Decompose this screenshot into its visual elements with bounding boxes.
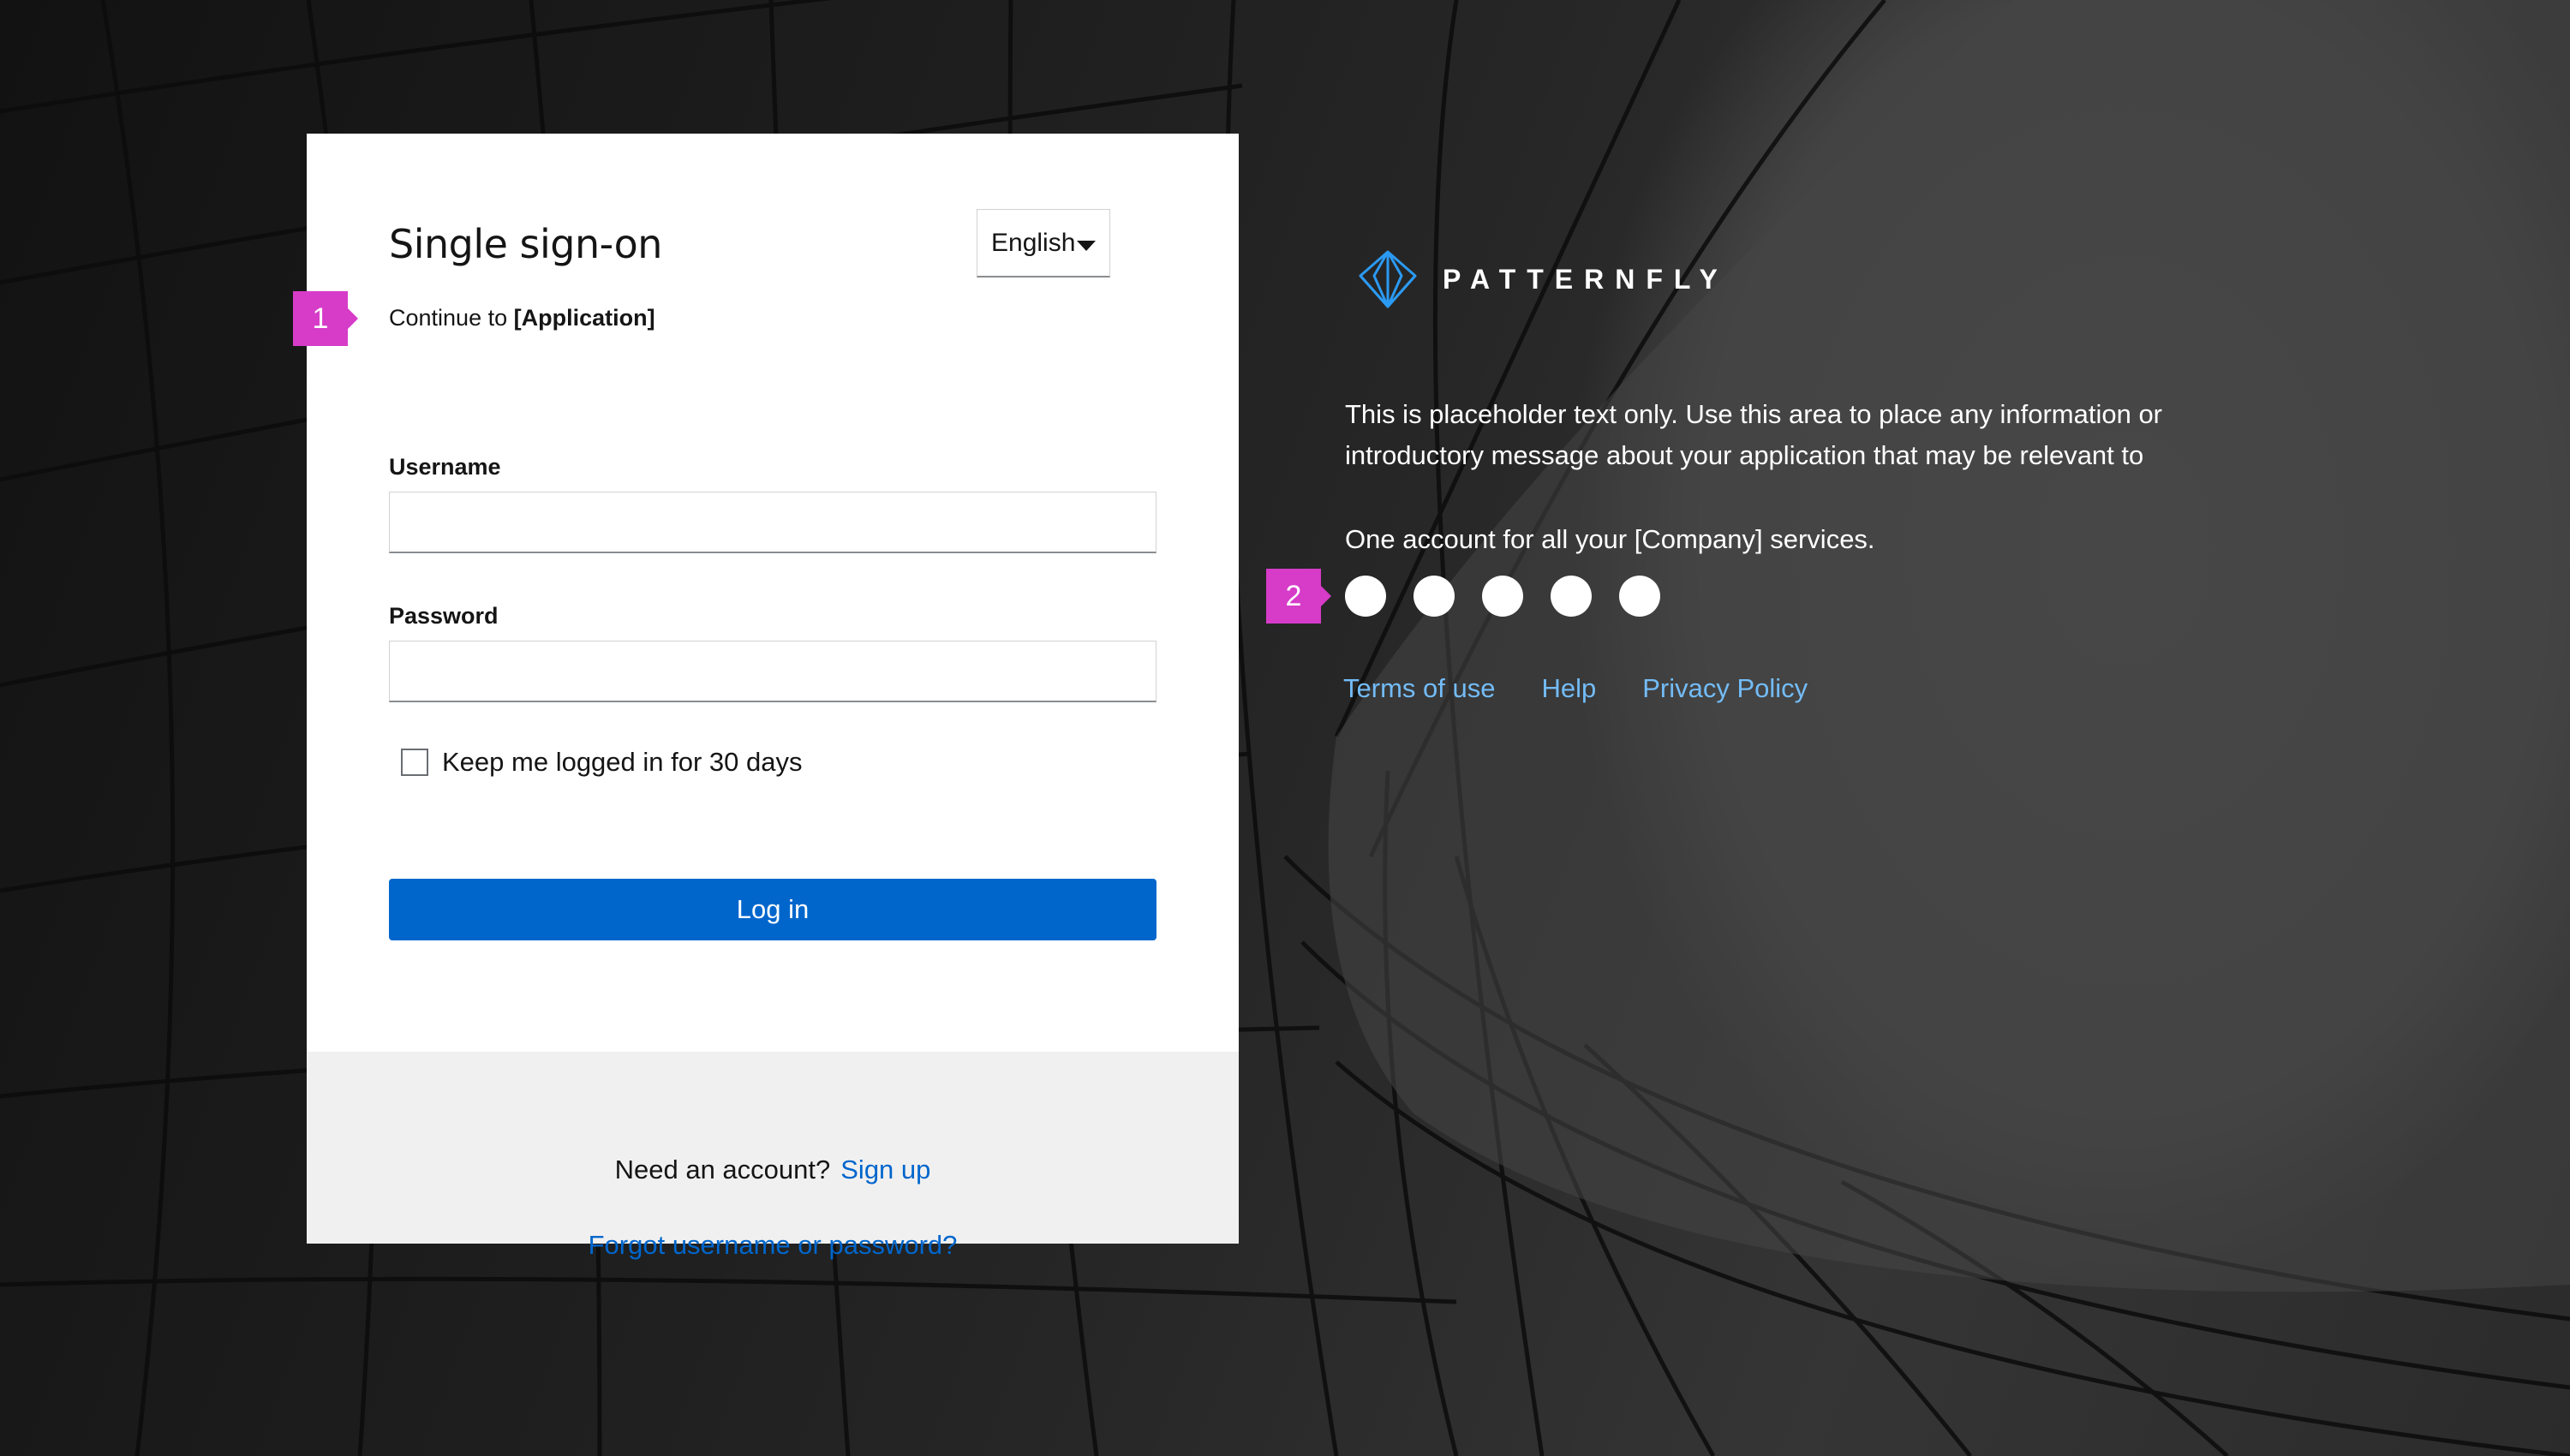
terms-of-use-link[interactable]: Terms of use <box>1343 673 1495 704</box>
subtitle-prefix: Continue to <box>389 305 508 331</box>
remember-me-row: Keep me logged in for 30 days <box>401 747 803 778</box>
need-account-text: Need an account? <box>614 1155 831 1184</box>
caret-down-icon <box>1077 241 1096 251</box>
forgot-credentials-row: Forgot username or password? <box>307 1230 1239 1261</box>
help-link[interactable]: Help <box>1541 673 1596 704</box>
language-select-value: English <box>991 228 1076 257</box>
signup-prompt: Need an account? Sign up <box>307 1155 1239 1185</box>
password-label: Password <box>389 603 499 629</box>
brand-logo: PATTERNFLY <box>1357 250 1729 308</box>
remember-me-checkbox[interactable] <box>401 749 428 776</box>
social-icon-3[interactable] <box>1482 576 1523 617</box>
remember-me-label[interactable]: Keep me logged in for 30 days <box>442 747 803 778</box>
social-icon-5[interactable] <box>1619 576 1660 617</box>
social-icon-4[interactable] <box>1551 576 1592 617</box>
username-input[interactable] <box>389 492 1156 553</box>
social-icon-2[interactable] <box>1414 576 1455 617</box>
login-card: Single sign-on Continue to [Application]… <box>307 134 1239 1260</box>
login-card-body: Single sign-on Continue to [Application]… <box>307 134 1239 1052</box>
social-icons <box>1345 576 1660 617</box>
privacy-policy-link[interactable]: Privacy Policy <box>1642 673 1808 704</box>
username-label: Username <box>389 454 501 480</box>
login-subtitle: Continue to [Application] <box>389 305 655 331</box>
language-select[interactable]: English <box>977 209 1110 277</box>
patternfly-logo-icon <box>1359 250 1417 308</box>
subtitle-application: [Application] <box>513 305 655 331</box>
annotation-marker-1: 1 <box>293 291 358 346</box>
annotation-marker-2: 2 <box>1266 569 1331 624</box>
social-icon-1[interactable] <box>1345 576 1386 617</box>
intro-text: This is placeholder text only. Use this … <box>1345 399 2163 470</box>
tagline-text: One account for all your [Company] servi… <box>1345 524 1875 554</box>
password-input[interactable] <box>389 641 1156 702</box>
page-title: Single sign-on <box>389 221 662 267</box>
signup-link[interactable]: Sign up <box>840 1155 930 1185</box>
brand-name: PATTERNFLY <box>1443 263 1729 295</box>
footer-links: Terms of use Help Privacy Policy <box>1343 673 1808 704</box>
forgot-credentials-link[interactable]: Forgot username or password? <box>589 1230 958 1260</box>
login-button[interactable]: Log in <box>389 879 1156 940</box>
login-card-footer: Need an account? Sign up Forgot username… <box>307 1052 1239 1260</box>
